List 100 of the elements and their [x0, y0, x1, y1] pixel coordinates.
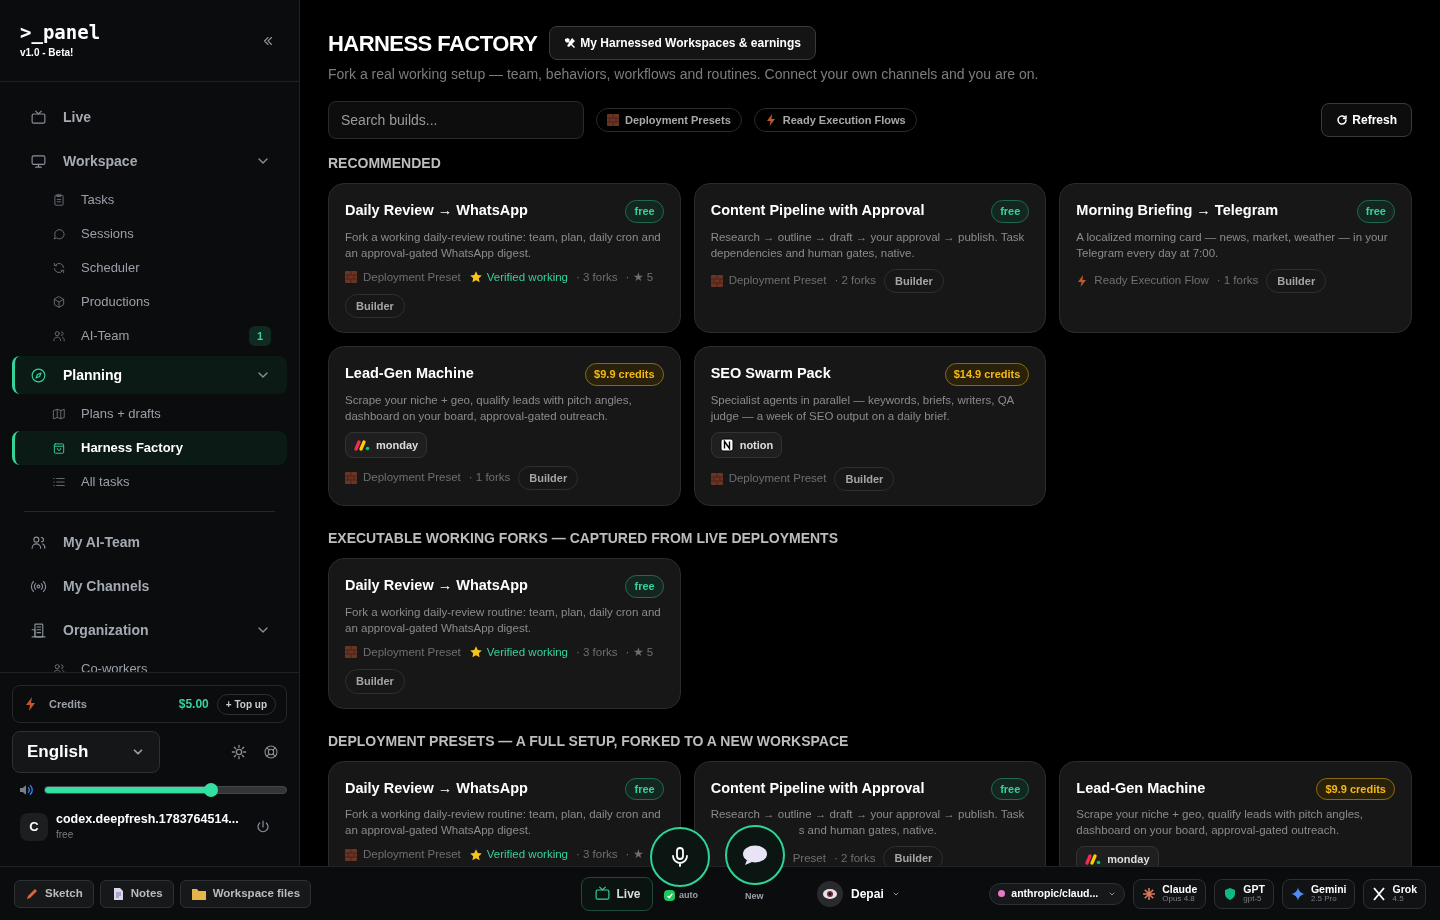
new-label: New — [745, 890, 764, 903]
speaker-icon — [18, 782, 34, 798]
count-badge: 1 — [248, 325, 271, 347]
type-label: Deployment Preset — [363, 847, 461, 862]
nav-subitem[interactable]: Harness Factory — [12, 431, 287, 465]
search-field[interactable]: Search builds... — [328, 101, 584, 139]
agent-name[interactable]: Depai — [851, 884, 884, 903]
credits-label: Credits — [49, 696, 87, 712]
power-icon — [255, 818, 271, 835]
card-description: Specialist agents in parallel — keywords, briefs, writers, QA judge — a week of SEO output on a daily brief. — [710, 392, 1015, 424]
chat-icon — [52, 227, 66, 241]
nav-subitem[interactable]: Sessions — [12, 217, 287, 251]
card-description: Research → outline → draft → your approval → publish. Task dependencies and human gates, native. — [710, 229, 1026, 261]
type-label: Deployment Preset — [363, 644, 461, 660]
tool-button[interactable]: Sketch — [14, 879, 94, 908]
verified-label: Verified working — [486, 847, 568, 862]
model-chip[interactable]: GPT gpt-5 — [1214, 878, 1274, 909]
tool-button[interactable]: Notes — [99, 879, 174, 908]
card[interactable]: Morning Briefing → Telegram free A localized morning card — news, market, weather — in your Telegram every day at 7:00. Ready Execution Flow · 1 forks Builder — [1059, 183, 1412, 334]
price-badge: free — [1356, 200, 1395, 223]
forks-count: · 2 forks — [834, 273, 876, 289]
users-icon — [52, 662, 66, 672]
card[interactable]: Content Pipeline with Approval free Research → outline → draft → your approval → publish. Task dependencies and human gates, native. Deployment Preset · 2 forks Builder — [693, 183, 1047, 334]
refresh-button[interactable]: Refresh — [1321, 103, 1412, 137]
card[interactable]: Daily Review → WhatsApp free Fork a working daily-review routine: team, plan, daily cron and an approval-gated WhatsApp digest. Deployment Preset Verified working · 3 forks · ★ — [328, 760, 681, 866]
type-label: Deployment Preset — [363, 470, 461, 486]
brick-icon — [710, 274, 723, 287]
nav-item[interactable]: My Channels — [12, 564, 287, 608]
box-icon — [52, 441, 66, 455]
nav-item[interactable]: Planning — [12, 356, 287, 394]
pencil-icon — [25, 886, 39, 901]
forks-count: · 2 forks — [833, 850, 876, 866]
model-select[interactable]: anthropic/claud... — [989, 882, 1126, 905]
help-button[interactable] — [263, 744, 279, 760]
compass-icon — [30, 366, 47, 384]
sun-icon — [231, 744, 247, 760]
model-chip[interactable]: Grok 4.5 — [1363, 878, 1426, 909]
volume-slider[interactable] — [44, 786, 287, 794]
model-chip[interactable]: Claude Opus 4.8 — [1133, 878, 1207, 909]
nav-item[interactable]: My AI-Team — [12, 520, 287, 564]
model-chip[interactable]: Gemini 2.5 Pro — [1281, 878, 1356, 909]
forks-count: · 1 forks — [468, 470, 511, 486]
forks-count: · 3 forks — [576, 269, 618, 285]
rating: · ★ 5 — [625, 269, 654, 285]
card[interactable]: SEO Swarm Pack $14.9 credits Specialist agents in parallel — keywords, briefs, writers, QA judge — a week of SEO output on a daily brief. notion Deployment Preset Builder — [693, 346, 1047, 507]
card-description: s and human gates, native. — [797, 823, 938, 838]
nav-item[interactable]: Live — [12, 95, 287, 139]
bolt-icon — [764, 114, 777, 126]
auto-checkbox[interactable] — [664, 890, 675, 902]
price-badge: $9.9 credits — [585, 363, 664, 386]
card[interactable]: Lead-Gen Machine $9.9 credits Scrape your niche + geo, qualify leads with pitch angles, dashboard on your board, approval-gated outreach. monday Deployment Preset · 1 forks Builder — [328, 346, 681, 507]
type-label: Preset — [792, 850, 826, 866]
card[interactable]: Daily Review → WhatsApp free Fork a working daily-review routine: team, plan, daily cron and an approval-gated WhatsApp digest. Deployment Preset Verified working · 3 forks · ★ 5 Builder — [328, 558, 681, 709]
star-icon — [468, 847, 483, 862]
card[interactable]: Content Pipeline with Approval free Research → outline → draft → your approval → publish. Task s and human gates, native. Preset · 2 forks Builder — [693, 760, 1047, 866]
price-badge: free — [625, 200, 664, 223]
user-name: codex.deepfresh.1783764514... — [56, 811, 239, 827]
theme-toggle[interactable] — [231, 744, 247, 760]
check-icon — [665, 891, 674, 900]
integration-chip: monday — [1076, 846, 1159, 866]
sparkle-icon — [1290, 886, 1305, 901]
live-button[interactable]: Live — [581, 876, 654, 911]
model-name: Claude — [1162, 883, 1198, 895]
nav-subitem[interactable]: Plans + drafts — [12, 397, 287, 431]
model-version: 2.5 Pro — [1310, 895, 1337, 904]
price-badge: free — [991, 777, 1030, 800]
earnings-button[interactable]: My Harnessed Workspaces & earnings — [549, 26, 816, 60]
card[interactable]: Daily Review → WhatsApp free Fork a working daily-review routine: team, plan, daily cron and an approval-gated WhatsApp digest. Deployment Preset Verified working · 3 forks · ★ 5 Builder — [328, 183, 681, 334]
star-icon — [468, 645, 483, 660]
clipboard-icon — [52, 193, 66, 207]
brick-icon — [345, 646, 357, 659]
app-logo-icon — [354, 438, 370, 451]
model-name: Grok — [1392, 883, 1417, 895]
nav-subitem[interactable]: Scheduler — [12, 251, 287, 285]
list-icon — [52, 475, 66, 489]
type-label: Deployment Preset — [728, 471, 827, 487]
forks-count: · 3 forks — [576, 644, 618, 660]
card[interactable]: Lead-Gen Machine $9.9 credits Scrape your niche + geo, qualify leads with pitch angles, dashboard on your board, approval-gated outreach. monday — [1059, 760, 1412, 866]
logout-button[interactable] — [255, 818, 271, 835]
user-avatar: C — [20, 812, 48, 841]
language-select[interactable]: English — [12, 731, 160, 773]
nav-item[interactable]: Organization — [12, 608, 287, 652]
tv-icon — [30, 108, 47, 126]
brick-icon — [345, 472, 357, 484]
brick-icon — [607, 114, 619, 126]
nav-subitem[interactable]: All tasks — [12, 465, 287, 499]
nav-subitem[interactable]: Productions — [12, 285, 287, 319]
forks-count: · 3 forks — [576, 847, 618, 862]
slider-thumb[interactable] — [204, 783, 219, 797]
credits-amount: $5.00 — [178, 696, 209, 713]
map-icon — [52, 407, 66, 421]
nav-subitem[interactable]: AI-Team 1 — [12, 319, 287, 353]
refresh-icon — [52, 261, 66, 275]
nav-subitem[interactable]: Tasks — [12, 183, 287, 217]
shield-icon — [1223, 886, 1238, 901]
nav-item[interactable]: Workspace — [12, 139, 287, 183]
section-title: EXECUTABLE WORKING FORKS — CAPTURED FROM LIVE DEPLOYMENTS — [328, 529, 839, 549]
tools-icon — [564, 37, 577, 49]
tool-button[interactable]: Workspace files — [179, 879, 312, 908]
agent-avatar[interactable] — [817, 880, 844, 907]
